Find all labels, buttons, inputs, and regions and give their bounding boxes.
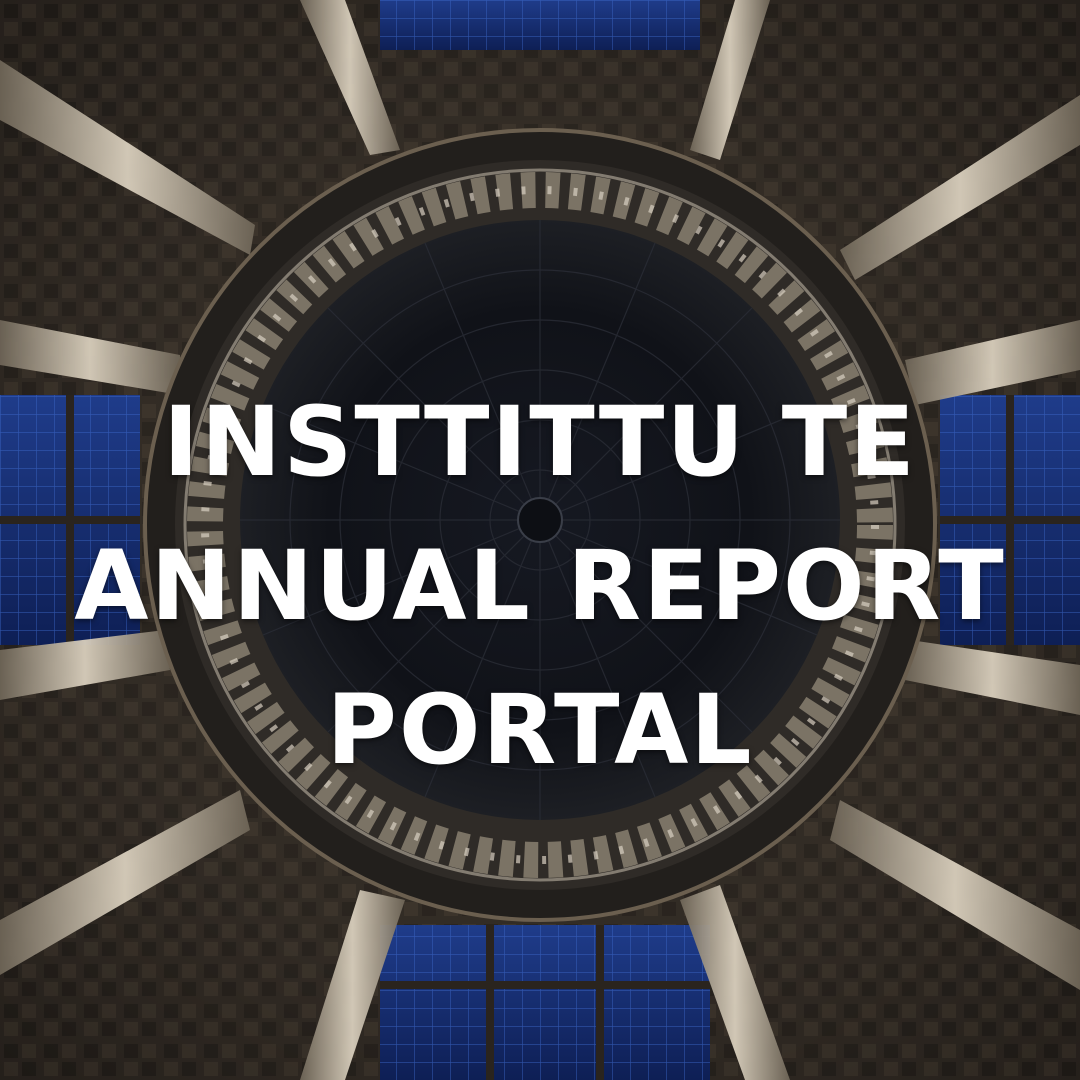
- title-line-1: INSTTITTU TE: [163, 386, 917, 498]
- title-line-3: PORTAL: [326, 674, 754, 786]
- hero-image: INSTTITTU TE ANNUAL REPORT PORTAL: [0, 0, 1080, 1080]
- title-line-2: ANNUAL REPORT: [74, 530, 1006, 642]
- page-title: INSTTITTU TE ANNUAL REPORT PORTAL: [0, 370, 1080, 802]
